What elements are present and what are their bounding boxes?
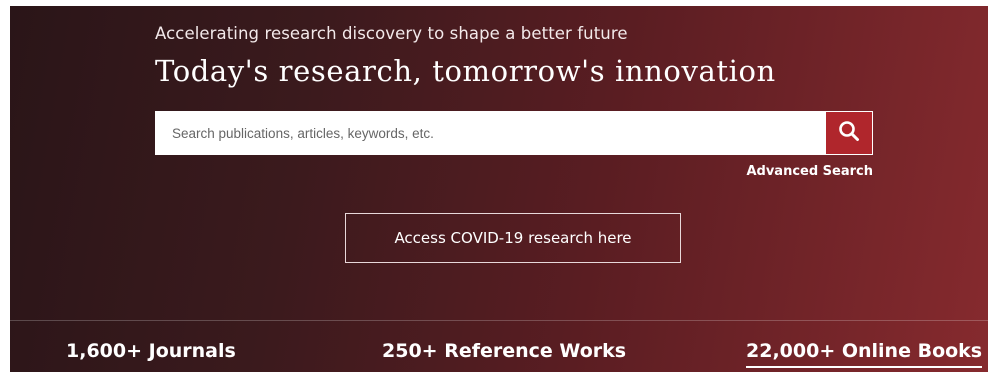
stat-journals-link[interactable]: 1,600+ Journals (66, 340, 236, 362)
hero-headline: Today's research, tomorrow's innovation (155, 54, 776, 88)
stat-online-books-link[interactable]: 22,000+ Online Books (746, 340, 983, 368)
search-bar (155, 111, 873, 155)
search-icon (838, 120, 860, 147)
search-input[interactable] (155, 111, 825, 155)
stat-reference-works-link[interactable]: 250+ Reference Works (382, 340, 626, 362)
search-button[interactable] (826, 112, 872, 154)
covid-research-button[interactable]: Access COVID-19 research here (345, 213, 681, 263)
hero-tagline: Accelerating research discovery to shape… (155, 24, 628, 43)
covid-research-label: Access COVID-19 research here (394, 229, 632, 247)
page: Accelerating research discovery to shape… (0, 0, 988, 372)
divider (10, 320, 988, 321)
top-edge (0, 0, 988, 6)
advanced-search-link[interactable]: Advanced Search (735, 164, 873, 179)
